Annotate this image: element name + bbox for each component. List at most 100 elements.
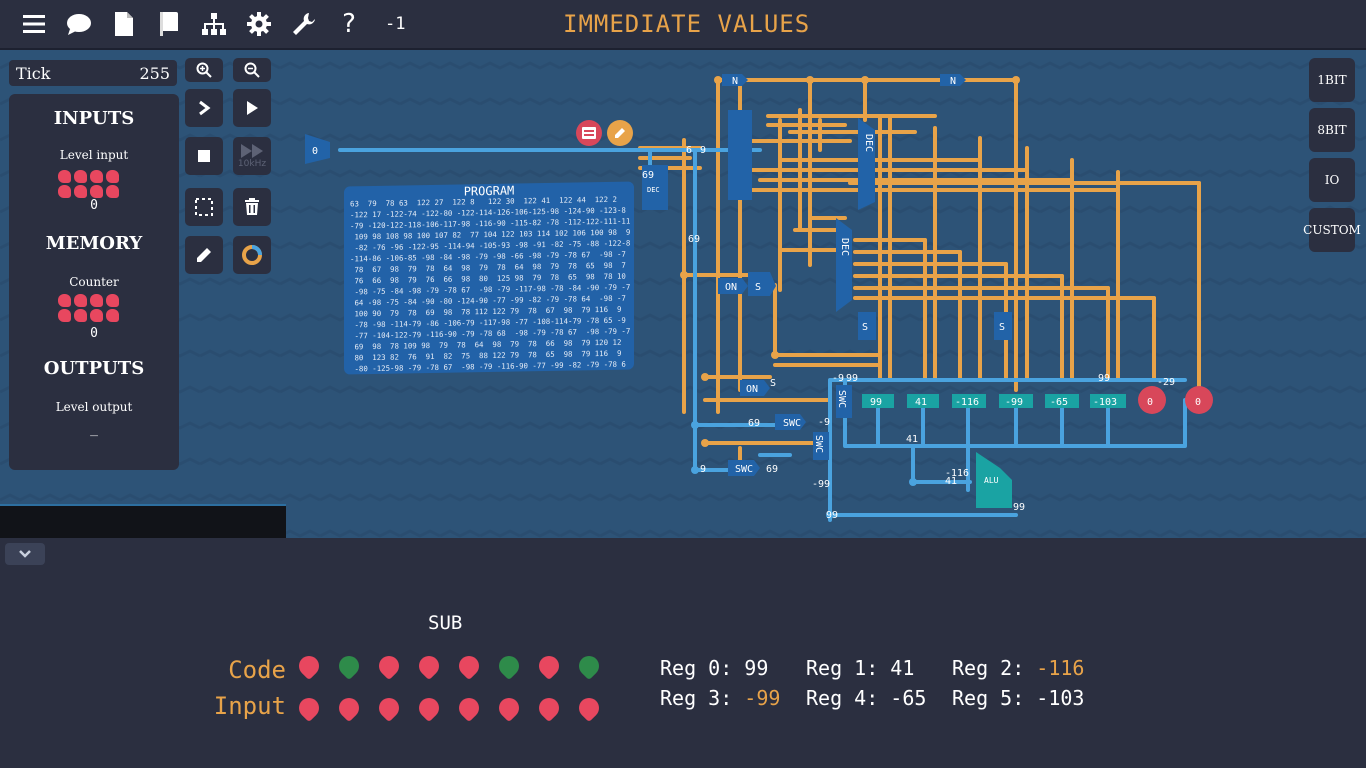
register-number: 99 — [744, 656, 769, 680]
svg-text:-103: -103 — [1093, 397, 1117, 408]
program-listing: 63 79 78 63 122 27 122 8 122 30 122 41 1… — [350, 194, 631, 374]
svg-text:N: N — [950, 76, 956, 87]
document-icon[interactable] — [108, 8, 140, 40]
level-input-label: Level input — [59, 148, 129, 162]
svg-text:ON: ON — [746, 384, 758, 395]
play-icon — [247, 101, 258, 115]
input-label: Input — [213, 692, 286, 720]
svg-text:0: 0 — [1147, 397, 1153, 408]
svg-text:-99: -99 — [1005, 397, 1023, 408]
svg-text:41: 41 — [945, 476, 957, 487]
svg-text:S: S — [755, 282, 761, 293]
svg-text:S: S — [862, 322, 868, 333]
counter-value: 0 — [90, 326, 98, 341]
svg-text:-29: -29 — [1157, 377, 1175, 388]
svg-text:99: 99 — [1013, 502, 1025, 513]
svg-text:-65: -65 — [1050, 397, 1068, 408]
register-value: Reg 2: -116 — [952, 656, 1084, 680]
help-icon[interactable]: ? — [333, 8, 365, 40]
outputs-heading: OUTPUTS — [43, 358, 145, 379]
select-box-icon — [195, 198, 213, 216]
component-custom-button[interactable]: CUSTOM — [1303, 208, 1361, 252]
svg-text:0: 0 — [312, 146, 318, 157]
level-output-label: Level output — [55, 400, 133, 414]
register-number: -99 — [744, 686, 781, 710]
menu-icon[interactable] — [18, 8, 50, 40]
program-rom[interactable]: PROGRAM 63 79 78 63 122 27 122 8 122 30 … — [344, 181, 634, 375]
register-number: 41 — [890, 656, 915, 680]
svg-text:-99: -99 — [812, 479, 830, 490]
svg-text:N: N — [732, 76, 738, 87]
svg-text:69: 69 — [766, 464, 778, 475]
register-label: Reg 2: — [952, 656, 1037, 680]
svg-text:41: 41 — [915, 397, 927, 408]
svg-text:99: 99 — [826, 510, 838, 521]
register-label: Reg 0: — [660, 656, 745, 680]
step-button[interactable] — [185, 89, 223, 127]
register-number: -116 — [1036, 656, 1085, 680]
chevron-right-icon — [199, 100, 211, 116]
register-number: -103 — [1036, 686, 1085, 710]
svg-text:99: 99 — [1098, 373, 1110, 384]
code-label: Code — [228, 656, 286, 684]
svg-text:9: 9 — [700, 145, 706, 156]
svg-text:69: 69 — [688, 234, 700, 245]
memory-icon[interactable] — [576, 120, 602, 146]
svg-text:-9: -9 — [818, 417, 830, 428]
pencil-icon — [197, 248, 211, 262]
zoom-out-button[interactable] — [233, 58, 271, 82]
svg-text:0: 0 — [1195, 397, 1201, 408]
svg-text:SWC: SWC — [783, 418, 801, 429]
svg-text:6: 6 — [686, 145, 692, 156]
counter-label: Counter — [69, 275, 119, 289]
play-button[interactable] — [233, 89, 271, 127]
level-output-value: _ — [90, 422, 98, 437]
register-number: -65 — [890, 686, 927, 710]
svg-text:SWC: SWC — [735, 464, 753, 475]
level-number: -1 — [385, 14, 406, 34]
operation-name: SUB — [428, 612, 463, 634]
level-input-value: 0 — [90, 198, 98, 213]
color-picker-button[interactable] — [233, 236, 271, 274]
register-value: Reg 0: 99 — [660, 656, 768, 680]
svg-text:99: 99 — [846, 373, 858, 384]
tick-value: 255 — [139, 63, 170, 83]
edit-program-icon[interactable] — [607, 120, 633, 146]
chat-icon[interactable] — [63, 8, 95, 40]
component-1bit-button[interactable]: 1BIT — [1309, 58, 1355, 102]
gear-icon[interactable] — [243, 8, 275, 40]
stop-button[interactable] — [185, 137, 223, 175]
color-wheel-icon — [242, 245, 262, 265]
zoom-in-button[interactable] — [185, 58, 223, 82]
component-io-button[interactable]: IO — [1309, 158, 1355, 202]
hierarchy-icon[interactable] — [198, 8, 230, 40]
collapse-button[interactable] — [5, 543, 45, 565]
svg-text:69: 69 — [642, 170, 654, 181]
select-button[interactable] — [185, 188, 223, 226]
fast-forward-button[interactable]: 10kHz — [233, 137, 271, 175]
io-panel: INPUTS Level input 0 MEMORY Counter 0 OU… — [9, 94, 179, 470]
trash-icon — [245, 198, 259, 215]
register-value: Reg 4: -65 — [806, 686, 926, 710]
counter-bits — [58, 294, 120, 322]
top-bar: ? -1 IMMEDIATE VALUES — [0, 0, 1366, 50]
delete-button[interactable] — [233, 188, 271, 226]
svg-text:99: 99 — [870, 397, 882, 408]
tick-counter: Tick 255 — [9, 60, 177, 86]
svg-text:9: 9 — [700, 464, 706, 475]
svg-text:DEC: DEC — [863, 134, 874, 152]
svg-text:S: S — [999, 322, 1005, 333]
level-input-bits — [58, 170, 120, 198]
book-icon[interactable] — [153, 8, 185, 40]
svg-text:SWC: SWC — [836, 390, 847, 408]
draw-wire-button[interactable] — [185, 236, 223, 274]
svg-text:ON: ON — [725, 282, 737, 293]
register-value: Reg 3: -99 — [660, 686, 780, 710]
chevron-down-icon — [19, 550, 31, 558]
component-8bit-button[interactable]: 8BIT — [1309, 108, 1355, 152]
level-title: IMMEDIATE VALUES — [563, 10, 811, 38]
svg-text:DEC: DEC — [647, 186, 660, 194]
register-value: Reg 5: -103 — [952, 686, 1084, 710]
stop-icon — [198, 150, 210, 162]
wrench-icon[interactable] — [288, 8, 320, 40]
